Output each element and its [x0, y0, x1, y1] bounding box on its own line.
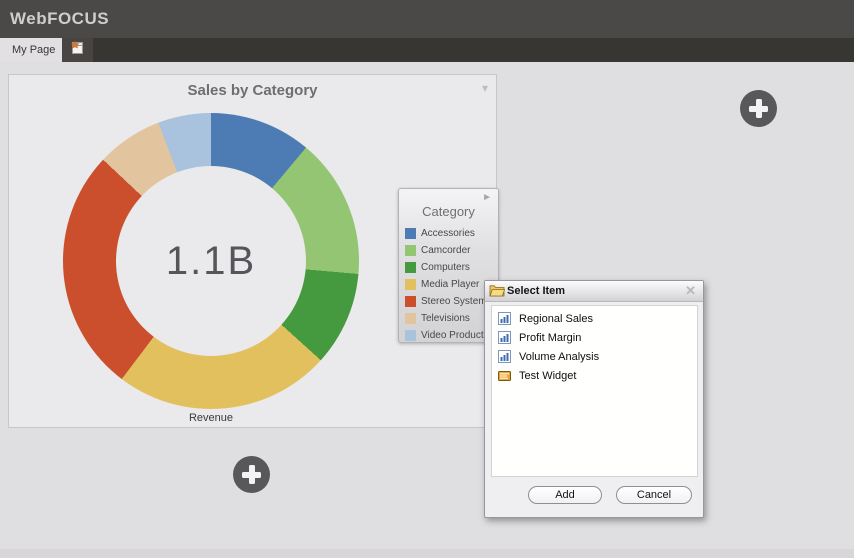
bottom-strip — [0, 549, 854, 558]
add-button[interactable]: Add — [528, 486, 602, 504]
legend-item[interactable]: Computers — [405, 259, 498, 276]
legend-item-label: Camcorder — [421, 245, 470, 256]
legend-swatch — [405, 228, 416, 239]
bar-chart-icon — [498, 331, 512, 344]
tab-new-page[interactable] — [62, 38, 93, 62]
dialog-item-label: Volume Analysis — [519, 351, 599, 363]
plus-icon — [249, 465, 255, 484]
select-item-dialog: Select Item ✕ Regional Sales Profit Marg… — [484, 280, 704, 518]
legend-item-label: Accessories — [421, 228, 475, 239]
tab-my-page[interactable]: My Page — [0, 38, 62, 62]
legend-item-label: Computers — [421, 262, 470, 273]
dialog-item-list: Regional Sales Profit Margin Volume Anal… — [491, 305, 698, 477]
add-widget-button-top-right[interactable] — [740, 90, 777, 127]
app-header: WebFOCUS — [0, 0, 854, 38]
dialog-item-label: Regional Sales — [519, 313, 593, 325]
legend-item-label: Televisions — [421, 313, 470, 324]
dialog-list-item[interactable]: Test Widget — [492, 366, 697, 385]
html-widget-icon — [498, 369, 512, 382]
legend-item[interactable]: Camcorder — [405, 242, 498, 259]
legend-swatch — [405, 313, 416, 324]
app-title: WebFOCUS — [10, 9, 109, 29]
legend-title: Category — [399, 204, 498, 219]
legend-swatch — [405, 279, 416, 290]
dialog-list-item[interactable]: Regional Sales — [492, 309, 697, 328]
tab-bar: My Page — [0, 38, 854, 62]
legend-item[interactable]: Accessories — [405, 225, 498, 242]
legend-swatch — [405, 296, 416, 307]
legend-swatch — [405, 262, 416, 273]
plus-icon — [756, 99, 762, 118]
dialog-close-icon[interactable]: ✕ — [685, 283, 696, 299]
legend-item-label: Stereo Systems — [421, 296, 492, 307]
open-folder-icon — [489, 284, 505, 303]
dialog-item-label: Profit Margin — [519, 332, 581, 344]
dialog-list-item[interactable]: Volume Analysis — [492, 347, 697, 366]
dialog-title: Select Item — [507, 285, 565, 297]
bar-chart-icon — [498, 350, 512, 363]
legend-expand-arrow-icon[interactable]: ► — [482, 192, 492, 203]
dialog-item-label: Test Widget — [519, 370, 576, 382]
donut-chart[interactable]: 1.1B — [63, 113, 359, 409]
chart-axis-label: Revenue — [11, 412, 411, 424]
add-widget-button-below-chart[interactable] — [233, 456, 270, 493]
donut-hole: 1.1B — [116, 166, 306, 356]
page: WebFOCUS My Page Sales by Category ▾ 1.1… — [0, 0, 854, 558]
new-page-icon — [70, 40, 85, 60]
chart-center-value: 1.1B — [166, 239, 256, 284]
widget-title: Sales by Category — [9, 82, 496, 99]
legend-swatch — [405, 245, 416, 256]
cancel-button[interactable]: Cancel — [616, 486, 692, 504]
legend-item-label: Media Player — [421, 279, 479, 290]
bar-chart-icon — [498, 312, 512, 325]
legend-swatch — [405, 330, 416, 341]
widget-menu-arrow-icon[interactable]: ▾ — [482, 81, 488, 95]
dialog-titlebar[interactable]: Select Item ✕ — [485, 281, 703, 302]
dialog-list-item[interactable]: Profit Margin — [492, 328, 697, 347]
